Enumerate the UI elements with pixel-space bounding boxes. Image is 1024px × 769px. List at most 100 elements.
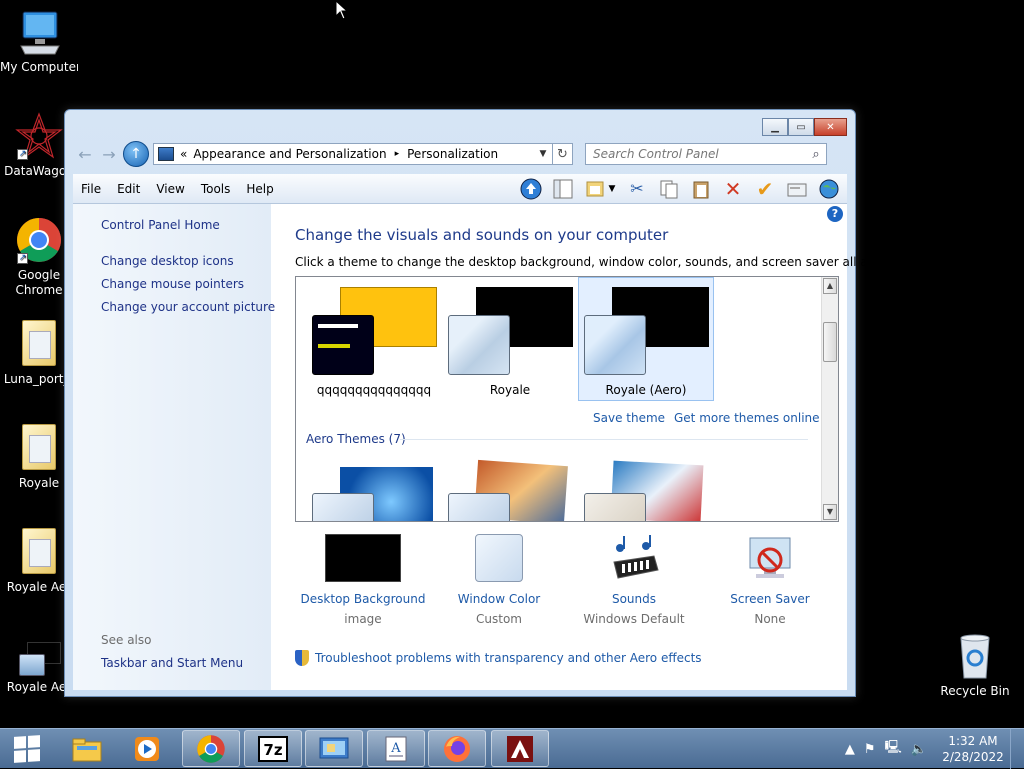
breadcrumb-personalization[interactable]: Personalization	[407, 147, 498, 161]
start-button[interactable]	[0, 729, 54, 769]
show-hidden-icons-chevron-icon[interactable]: ▲	[845, 742, 855, 757]
desktop-background-icon	[293, 534, 433, 586]
chrome-icon	[197, 734, 225, 763]
media-player-icon	[135, 736, 159, 761]
address-chevron[interactable]: «	[180, 147, 187, 161]
aero-theme-thumbnail-3[interactable]	[584, 460, 708, 521]
window-controls: ▁ ▭ ✕	[762, 118, 847, 136]
taskbar-adobe-button[interactable]	[491, 730, 549, 767]
menu-bar: File Edit View Tools Help ▼ ✂ ✕ ✔	[73, 174, 847, 204]
search-icon[interactable]: ⌕	[806, 147, 826, 162]
svg-text:7z: 7z	[263, 741, 282, 759]
mouse-cursor-icon	[335, 0, 349, 20]
menu-help[interactable]: Help	[238, 182, 281, 196]
up-folder-icon[interactable]	[519, 177, 543, 201]
aero-themes-group-label: Aero Themes (7)	[306, 432, 406, 446]
copy-icon[interactable]	[657, 177, 681, 201]
search-placeholder: Search Control Panel	[593, 147, 719, 161]
checkmark-icon[interactable]: ✔	[753, 177, 777, 201]
forward-arrow-icon[interactable]: →	[97, 142, 121, 166]
back-arrow-icon[interactable]: ←	[73, 142, 97, 166]
desktop-background-option[interactable]: Desktop Background image	[293, 534, 433, 626]
theme-item-royale[interactable]: Royale	[442, 277, 578, 401]
delete-icon[interactable]: ✕	[721, 177, 745, 201]
menu-tools[interactable]: Tools	[193, 182, 239, 196]
shortcut-arrow-icon: ↗	[17, 253, 28, 264]
taskbar-explorer-button[interactable]	[58, 730, 116, 767]
taskbar-control-panel-button[interactable]	[305, 730, 363, 767]
option-title[interactable]: Sounds	[564, 592, 704, 606]
clock[interactable]: 1:32 AM 2/28/2022	[936, 733, 1010, 765]
theme-item-royale-aero[interactable]: Royale (Aero)	[578, 277, 714, 401]
taskbar-wordpad-button[interactable]: A	[367, 730, 425, 767]
taskbar-start-menu-link[interactable]: Taskbar and Start Menu	[101, 656, 243, 670]
menu-view[interactable]: View	[148, 182, 192, 196]
screen-saver-icon	[700, 534, 840, 586]
up-arrow-icon[interactable]: ↑	[123, 141, 149, 167]
taskbar-7zip-button[interactable]: 7z	[244, 730, 302, 767]
troubleshoot-link[interactable]: Troubleshoot problems with transparency …	[315, 651, 702, 665]
control-panel-icon	[319, 737, 349, 758]
window-color-option[interactable]: Window Color Custom	[429, 534, 569, 626]
show-desktop-button[interactable]	[1010, 729, 1024, 769]
left-pane: Control Panel Home Change desktop icons …	[73, 204, 275, 690]
properties-icon[interactable]	[785, 177, 809, 201]
change-mouse-pointers-link[interactable]: Change mouse pointers	[101, 277, 244, 291]
globe-icon[interactable]	[817, 177, 841, 201]
desktop-icon-my-computer[interactable]: My Computer	[0, 8, 78, 75]
breadcrumb-separator-icon[interactable]: ▸	[395, 149, 400, 159]
taskbar-media-player-button[interactable]	[118, 730, 176, 767]
help-icon[interactable]: ?	[827, 206, 843, 222]
option-title[interactable]: Desktop Background	[293, 592, 433, 606]
minimize-button[interactable]: ▁	[762, 118, 788, 136]
scroll-up-arrow-icon[interactable]: ▲	[823, 278, 837, 294]
option-value: Windows Default	[583, 612, 685, 626]
scroll-down-arrow-icon[interactable]: ▼	[823, 504, 837, 520]
dropdown-chevron-icon[interactable]: ▼	[607, 177, 617, 201]
page-title: Change the visuals and sounds on your co…	[295, 226, 669, 244]
computer-icon	[15, 8, 63, 56]
breadcrumb-appearance[interactable]: Appearance and Personalization	[193, 147, 386, 161]
theme-name: Royale (Aero)	[605, 383, 687, 397]
search-input[interactable]: Search Control Panel ⌕	[585, 143, 827, 165]
chevron-down-icon[interactable]: ▼	[534, 149, 552, 159]
get-more-themes-link[interactable]: Get more themes online	[674, 411, 820, 425]
navigation-bar: ← → ↑ « Appearance and Personalization ▸…	[73, 141, 847, 167]
aero-theme-thumbnail-2[interactable]	[448, 459, 572, 521]
refresh-icon[interactable]: ↻	[553, 143, 573, 165]
scroll-thumb[interactable]	[823, 322, 837, 362]
system-tray: ▲ ⚑ 🖳 🔈 1:32 AM 2/28/2022	[845, 729, 1024, 769]
panel-icon[interactable]	[551, 177, 575, 201]
network-icon[interactable]: 🖳	[884, 738, 901, 760]
menu-file[interactable]: File	[73, 182, 109, 196]
paste-icon[interactable]	[689, 177, 713, 201]
save-theme-link[interactable]: Save theme	[593, 411, 665, 425]
sounds-option[interactable]: Sounds Windows Default	[564, 534, 704, 626]
option-title[interactable]: Window Color	[429, 592, 569, 606]
address-bar[interactable]: « Appearance and Personalization ▸ Perso…	[153, 143, 553, 165]
theme-list-scrollbar[interactable]: ▲ ▼	[821, 277, 838, 521]
cut-icon[interactable]: ✂	[625, 177, 649, 201]
taskbar-chrome-button[interactable]	[182, 730, 240, 767]
volume-icon[interactable]: 🔈	[911, 742, 927, 757]
close-button[interactable]: ✕	[814, 118, 847, 136]
control-panel-home-link[interactable]: Control Panel Home	[101, 218, 220, 232]
option-title[interactable]: Screen Saver	[700, 592, 840, 606]
windows-logo-icon	[14, 735, 40, 763]
desktop-icon-recycle-bin[interactable]: Recycle Bin	[936, 632, 1014, 699]
maximize-button[interactable]: ▭	[788, 118, 814, 136]
action-center-flag-icon[interactable]: ⚑	[864, 742, 876, 757]
window-color-icon	[429, 534, 569, 586]
menu-edit[interactable]: Edit	[109, 182, 148, 196]
aero-theme-thumbnail-1[interactable]	[312, 465, 436, 521]
clock-date: 2/28/2022	[942, 750, 1004, 764]
change-desktop-icons-link[interactable]: Change desktop icons	[101, 254, 234, 268]
screen-saver-option[interactable]: Screen Saver None	[700, 534, 840, 626]
folder-icon	[72, 738, 102, 761]
theme-item-qqq[interactable]: qqqqqqqqqqqqqqq	[306, 277, 442, 401]
chrome-icon: ↗	[15, 216, 63, 264]
taskbar-firefox-button[interactable]	[428, 730, 486, 767]
folder-options-icon[interactable]	[583, 177, 607, 201]
change-account-picture-link[interactable]: Change your account picture	[101, 300, 275, 314]
sounds-icon	[564, 534, 704, 586]
